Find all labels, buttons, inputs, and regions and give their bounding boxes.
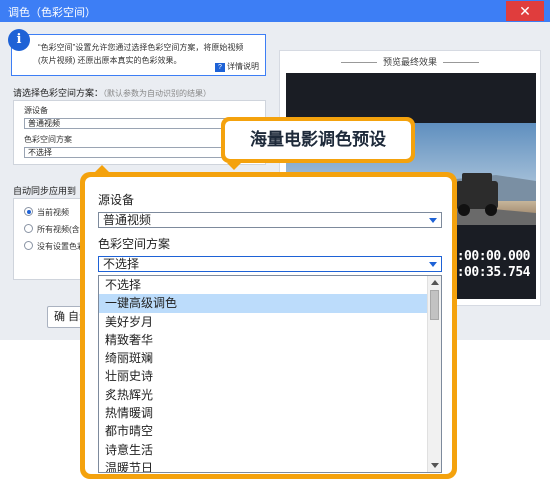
dropdown-option[interactable]: 精致奢华 <box>99 331 428 349</box>
scheme-heading-label: 请选择色彩空间方案： <box>13 88 104 98</box>
sync-option-label: 当前视频 <box>37 208 69 217</box>
radio-unselected[interactable] <box>24 241 33 250</box>
preview-title: 预览最终效果 <box>280 55 540 68</box>
dropdown-option[interactable]: 热情暖调 <box>99 404 428 422</box>
help-icon: ? <box>215 63 225 72</box>
scroll-thumb[interactable] <box>430 290 439 320</box>
zoom-space-select[interactable]: 不选择 <box>98 256 442 272</box>
dropdown-option-highlighted[interactable]: 一键高级调色 <box>99 294 428 313</box>
info-box: i “色彩空间”设置允许您通过选择色彩空间方案，将原始视频 (灰片视频) 还原出… <box>8 29 266 76</box>
color-space-label: 色彩空间方案 <box>24 135 72 144</box>
dropdown-option[interactable]: 不选择 <box>99 276 428 294</box>
zoom-source-value: 普通视频 <box>103 213 152 227</box>
info-icon: i <box>8 29 30 51</box>
zoom-space-label: 色彩空间方案 <box>98 237 171 251</box>
dropdown-option[interactable]: 炙热辉光 <box>99 386 428 404</box>
info-line-1: “色彩空间”设置允许您通过选择色彩空间方案，将原始视频 <box>38 43 244 52</box>
zoom-content: 源设备 普通视频 色彩空间方案 不选择 不选择 一键高级调色 美好岁月 精致奢华… <box>85 177 452 474</box>
zoom-space-value: 不选择 <box>103 257 140 271</box>
detail-link-label: 详情说明 <box>227 62 259 71</box>
dropdown-scrollbar[interactable] <box>427 276 441 472</box>
color-space-dropdown: 不选择 一键高级调色 美好岁月 精致奢华 绮丽斑斓 壮丽史诗 炙热辉光 热情暖调… <box>98 275 442 473</box>
close-button[interactable]: ✕ <box>506 1 544 21</box>
promo-text: 海量电影调色预设 <box>225 121 411 159</box>
scroll-down-icon[interactable] <box>431 463 439 468</box>
zoom-source-label: 源设备 <box>98 193 135 207</box>
sync-heading: 自动同步应用到 <box>13 186 77 196</box>
chevron-down-icon <box>429 218 437 223</box>
close-icon: ✕ <box>519 3 531 19</box>
detail-link[interactable]: ? 详情说明 <box>215 61 259 72</box>
dropdown-option[interactable]: 壮丽史诗 <box>99 367 428 385</box>
window-title: 调色（色彩空间） <box>8 7 96 19</box>
scheme-hint: （默认参数为自动识别的结果） <box>103 89 212 98</box>
dropdown-option[interactable]: 美好岁月 <box>99 313 428 331</box>
radio-unselected[interactable] <box>24 224 33 233</box>
dropdown-option[interactable]: 诗意生活 <box>99 441 428 459</box>
scroll-up-icon[interactable] <box>431 280 439 285</box>
dropdown-options: 不选择 一键高级调色 美好岁月 精致奢华 绮丽斑斓 壮丽史诗 炙热辉光 热情暖调… <box>99 276 428 472</box>
dropdown-option[interactable]: 绮丽斑斓 <box>99 349 428 367</box>
dropdown-option[interactable]: 温暖节日 <box>99 459 428 472</box>
dropdown-option[interactable]: 都市晴空 <box>99 422 428 440</box>
zoom-pointer <box>94 165 110 173</box>
scheme-heading: 请选择色彩空间方案：（默认参数为自动识别的结果） <box>13 86 211 99</box>
sync-option-label: 没有设置色彩 <box>37 242 85 251</box>
chevron-down-icon <box>429 262 437 267</box>
zoom-source-select[interactable]: 普通视频 <box>98 212 442 228</box>
promo-banner: 海量电影调色预设 <box>221 117 415 163</box>
zoom-callout: 源设备 普通视频 色彩空间方案 不选择 不选择 一键高级调色 美好岁月 精致奢华… <box>80 172 457 479</box>
color-space-select[interactable]: 不选择 <box>24 147 232 158</box>
promo-pointer <box>227 163 241 170</box>
sync-option-label: 所有视频(含 <box>37 225 80 234</box>
title-bar: 调色（色彩空间） ✕ <box>0 0 550 22</box>
source-device-label: 源设备 <box>24 106 48 115</box>
radio-selected[interactable] <box>24 207 33 216</box>
source-device-select[interactable]: 普通视频 <box>24 118 232 129</box>
